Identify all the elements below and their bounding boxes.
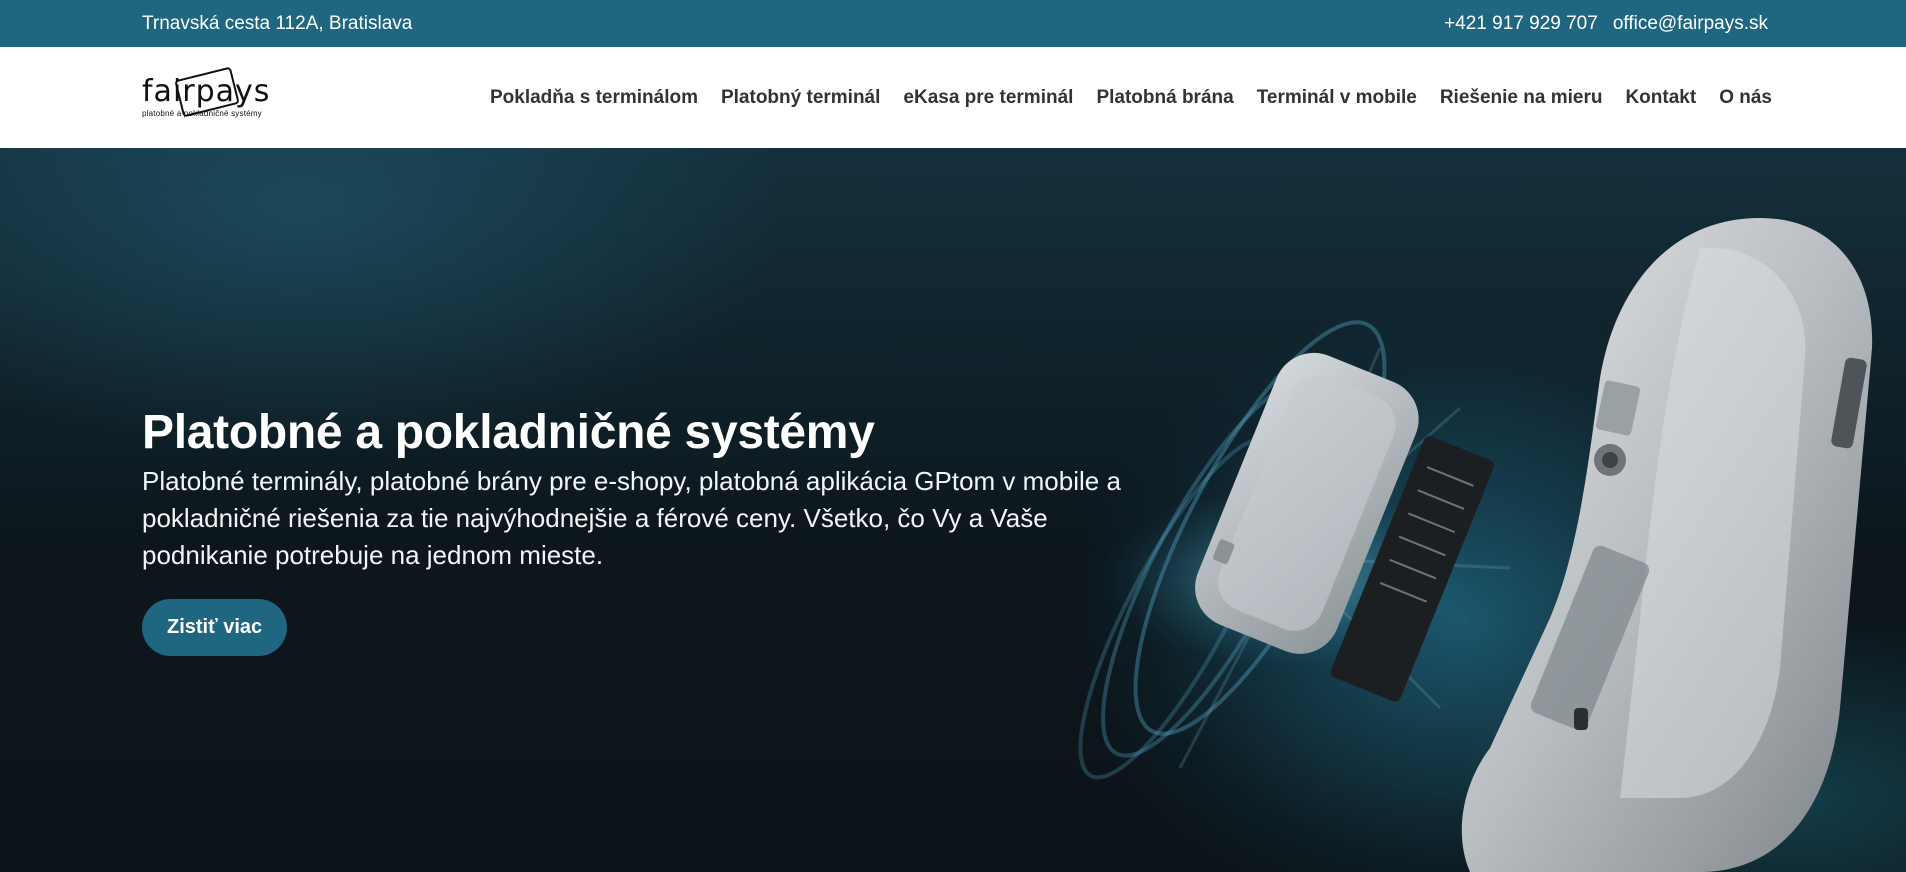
contact-links: +421 917 929 707 office@fairpays.sk <box>1444 13 1768 35</box>
logo-wordmark: fairpays <box>142 66 270 118</box>
learn-more-button[interactable]: Zistiť viac <box>142 599 288 656</box>
nav-item-ekasa[interactable]: eKasa pre terminál <box>903 87 1073 109</box>
address-text: Trnavská cesta 112A, Bratislava <box>142 12 413 34</box>
nav-item-o-nas[interactable]: O nás <box>1719 87 1772 109</box>
hero-section: Platobné a pokladničné systémy Platobné … <box>0 148 1906 872</box>
nav-item-pokladna[interactable]: Pokladňa s terminálom <box>490 87 698 109</box>
fairpays-logo[interactable]: fairpays platobné a pokladničné systémy <box>142 66 270 118</box>
nav-item-platobna-brana[interactable]: Platobná brána <box>1096 87 1233 109</box>
nav-item-terminal-mobile[interactable]: Terminál v mobile <box>1257 87 1417 109</box>
main-header: fairpays platobné a pokladničné systémy … <box>0 47 1906 148</box>
email-link[interactable]: office@fairpays.sk <box>1613 13 1768 35</box>
top-contact-bar: Trnavská cesta 112A, Bratislava +421 917… <box>0 0 1906 47</box>
hero-content: Platobné a pokladničné systémy Platobné … <box>142 405 1122 656</box>
hero-title: Platobné a pokladničné systémy <box>142 406 875 459</box>
nav-item-platobny-terminal[interactable]: Platobný terminál <box>721 87 880 109</box>
hero-description: Platobné terminály, platobné brány pre e… <box>142 466 1121 570</box>
nav-item-kontakt[interactable]: Kontakt <box>1625 87 1696 109</box>
main-nav: Pokladňa s terminálom Platobný terminál … <box>490 87 1772 109</box>
nav-item-riesenie[interactable]: Riešenie na mieru <box>1440 87 1603 109</box>
phone-link[interactable]: +421 917 929 707 <box>1444 13 1598 35</box>
